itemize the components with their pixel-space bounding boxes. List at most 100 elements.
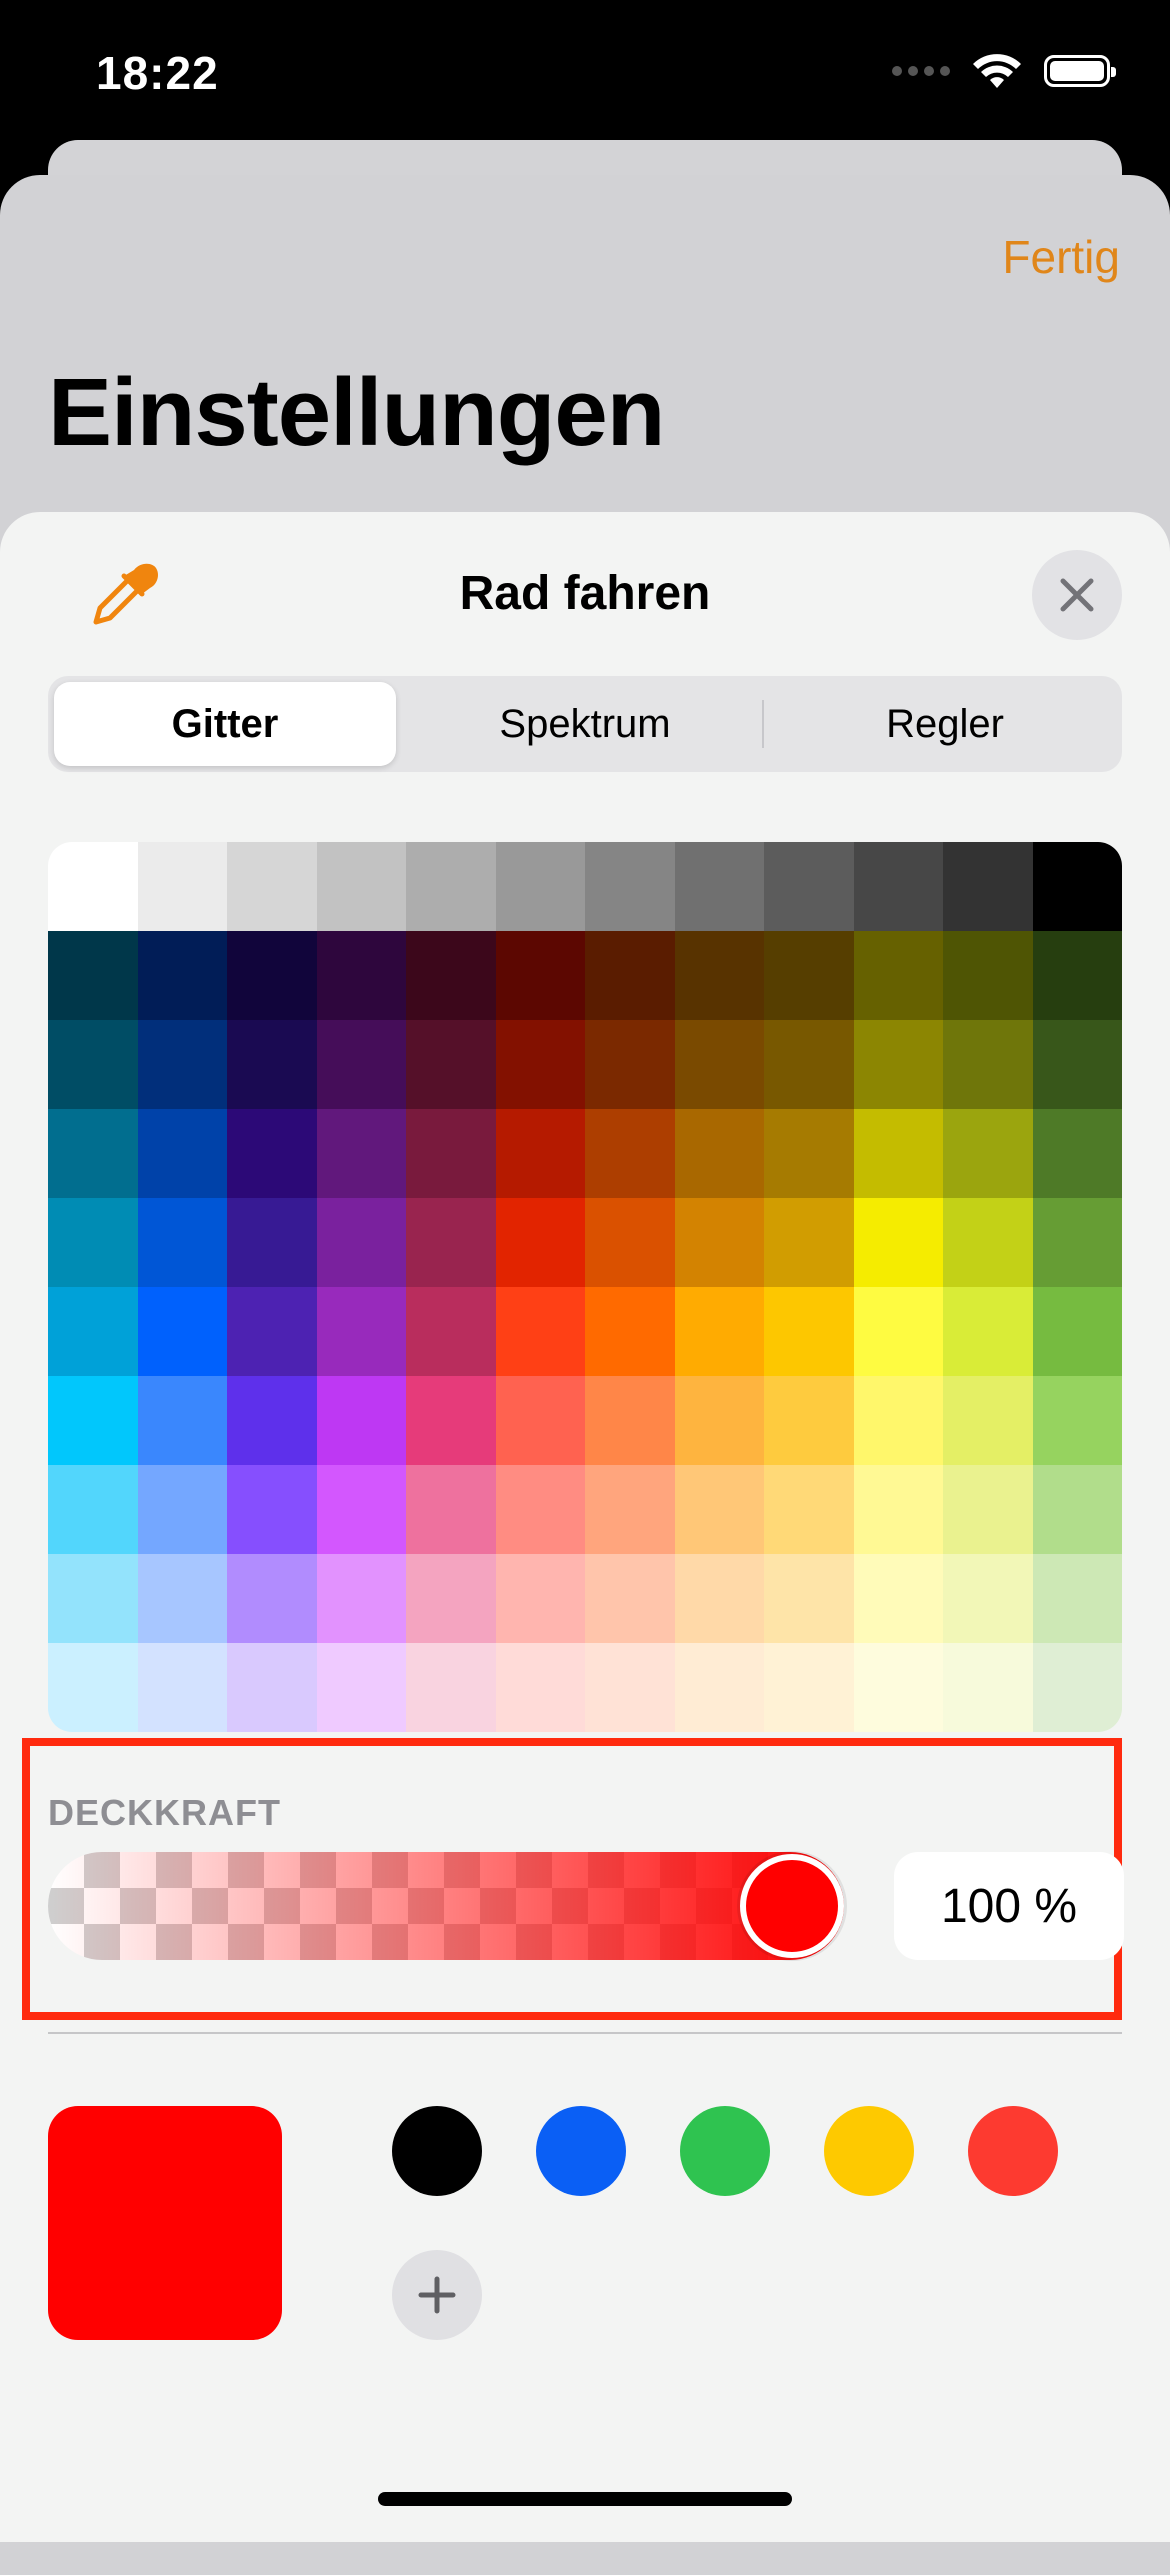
close-button[interactable] xyxy=(1032,550,1122,640)
color-grid-cell[interactable] xyxy=(585,1643,675,1732)
color-grid-cell[interactable] xyxy=(48,1465,138,1554)
color-grid-cell[interactable] xyxy=(227,1020,317,1109)
color-grid-cell[interactable] xyxy=(764,1020,854,1109)
add-color-button[interactable] xyxy=(392,2250,482,2340)
color-grid-cell[interactable] xyxy=(585,1554,675,1643)
color-grid-cell[interactable] xyxy=(137,1376,227,1465)
color-grid-cell[interactable] xyxy=(943,1109,1033,1198)
color-grid-cell[interactable] xyxy=(48,842,138,931)
color-grid-cell[interactable] xyxy=(1032,1020,1122,1109)
tab-spektrum[interactable]: Spektrum xyxy=(414,682,756,766)
color-grid-cell[interactable] xyxy=(495,1287,585,1376)
color-grid-cell[interactable] xyxy=(316,1109,406,1198)
color-grid-cell[interactable] xyxy=(674,1465,764,1554)
tab-gitter[interactable]: Gitter xyxy=(54,682,396,766)
color-grid-cell[interactable] xyxy=(1032,1465,1122,1554)
color-grid-cell[interactable] xyxy=(1032,1287,1122,1376)
color-grid-cell[interactable] xyxy=(406,842,496,931)
color-grid-cell[interactable] xyxy=(943,842,1033,931)
color-grid-cell[interactable] xyxy=(1032,1109,1122,1198)
color-grid-cell[interactable] xyxy=(1032,1643,1122,1732)
color-grid-cell[interactable] xyxy=(227,1287,317,1376)
color-grid-cell[interactable] xyxy=(137,931,227,1020)
color-grid-cell[interactable] xyxy=(495,842,585,931)
color-grid-cell[interactable] xyxy=(406,1109,496,1198)
preset-color-yellow[interactable] xyxy=(824,2106,914,2196)
color-grid-cell[interactable] xyxy=(853,1198,943,1287)
color-grid-cell[interactable] xyxy=(48,1287,138,1376)
color-grid-cell[interactable] xyxy=(316,1643,406,1732)
color-grid-cell[interactable] xyxy=(406,1465,496,1554)
color-grid-cell[interactable] xyxy=(406,1376,496,1465)
color-grid-cell[interactable] xyxy=(406,1020,496,1109)
color-grid-cell[interactable] xyxy=(316,1376,406,1465)
color-grid-cell[interactable] xyxy=(137,1198,227,1287)
color-grid-cell[interactable] xyxy=(585,1020,675,1109)
color-grid-cell[interactable] xyxy=(227,1643,317,1732)
color-grid-cell[interactable] xyxy=(227,1376,317,1465)
opacity-slider-thumb[interactable] xyxy=(740,1854,844,1958)
color-grid-cell[interactable] xyxy=(764,1554,854,1643)
tab-regler[interactable]: Regler xyxy=(774,682,1116,766)
color-grid-cell[interactable] xyxy=(495,1020,585,1109)
color-grid-cell[interactable] xyxy=(585,1287,675,1376)
color-grid-cell[interactable] xyxy=(674,1376,764,1465)
color-grid-cell[interactable] xyxy=(853,842,943,931)
color-grid-cell[interactable] xyxy=(406,1554,496,1643)
color-grid-cell[interactable] xyxy=(674,1198,764,1287)
color-grid-cell[interactable] xyxy=(585,842,675,931)
color-grid-cell[interactable] xyxy=(853,1109,943,1198)
color-grid-cell[interactable] xyxy=(585,1465,675,1554)
color-grid-cell[interactable] xyxy=(495,1376,585,1465)
color-grid-cell[interactable] xyxy=(585,931,675,1020)
color-grid-cell[interactable] xyxy=(48,931,138,1020)
color-grid-cell[interactable] xyxy=(943,1198,1033,1287)
preset-color-red[interactable] xyxy=(968,2106,1058,2196)
color-grid-cell[interactable] xyxy=(943,1020,1033,1109)
color-grid-cell[interactable] xyxy=(585,1376,675,1465)
color-grid-cell[interactable] xyxy=(406,1198,496,1287)
color-grid-cell[interactable] xyxy=(764,1198,854,1287)
color-grid-cell[interactable] xyxy=(227,1465,317,1554)
color-grid-cell[interactable] xyxy=(137,1109,227,1198)
color-grid-cell[interactable] xyxy=(137,1465,227,1554)
color-grid-cell[interactable] xyxy=(674,1020,764,1109)
preset-color-green[interactable] xyxy=(680,2106,770,2196)
color-grid-cell[interactable] xyxy=(316,1465,406,1554)
color-grid-cell[interactable] xyxy=(406,931,496,1020)
color-grid-cell[interactable] xyxy=(1032,1554,1122,1643)
color-grid-cell[interactable] xyxy=(227,1109,317,1198)
color-grid-cell[interactable] xyxy=(764,1643,854,1732)
color-grid-cell[interactable] xyxy=(943,1287,1033,1376)
color-grid-cell[interactable] xyxy=(1032,931,1122,1020)
color-grid-cell[interactable] xyxy=(943,1465,1033,1554)
color-grid-cell[interactable] xyxy=(316,931,406,1020)
opacity-value-field[interactable]: 100 % xyxy=(894,1852,1124,1960)
color-grid-cell[interactable] xyxy=(764,931,854,1020)
color-grid-cell[interactable] xyxy=(48,1109,138,1198)
color-grid-cell[interactable] xyxy=(227,931,317,1020)
color-grid-cell[interactable] xyxy=(585,1109,675,1198)
color-grid-cell[interactable] xyxy=(316,1554,406,1643)
color-grid-cell[interactable] xyxy=(406,1643,496,1732)
color-grid-cell[interactable] xyxy=(227,842,317,931)
color-grid-cell[interactable] xyxy=(943,1376,1033,1465)
color-grid-cell[interactable] xyxy=(674,1287,764,1376)
done-button[interactable]: Fertig xyxy=(1002,230,1120,284)
color-grid-cell[interactable] xyxy=(316,842,406,931)
color-grid-cell[interactable] xyxy=(943,1554,1033,1643)
color-grid-cell[interactable] xyxy=(406,1287,496,1376)
color-grid-cell[interactable] xyxy=(227,1198,317,1287)
color-grid-cell[interactable] xyxy=(1032,842,1122,931)
color-grid-cell[interactable] xyxy=(853,1643,943,1732)
color-grid-cell[interactable] xyxy=(853,1376,943,1465)
color-grid-cell[interactable] xyxy=(137,1643,227,1732)
color-grid-cell[interactable] xyxy=(1032,1376,1122,1465)
color-grid-cell[interactable] xyxy=(943,931,1033,1020)
color-grid-cell[interactable] xyxy=(853,1554,943,1643)
color-grid-cell[interactable] xyxy=(585,1198,675,1287)
color-grid-cell[interactable] xyxy=(764,1109,854,1198)
color-grid-cell[interactable] xyxy=(495,1465,585,1554)
color-grid-cell[interactable] xyxy=(495,1554,585,1643)
color-grid-cell[interactable] xyxy=(137,1287,227,1376)
